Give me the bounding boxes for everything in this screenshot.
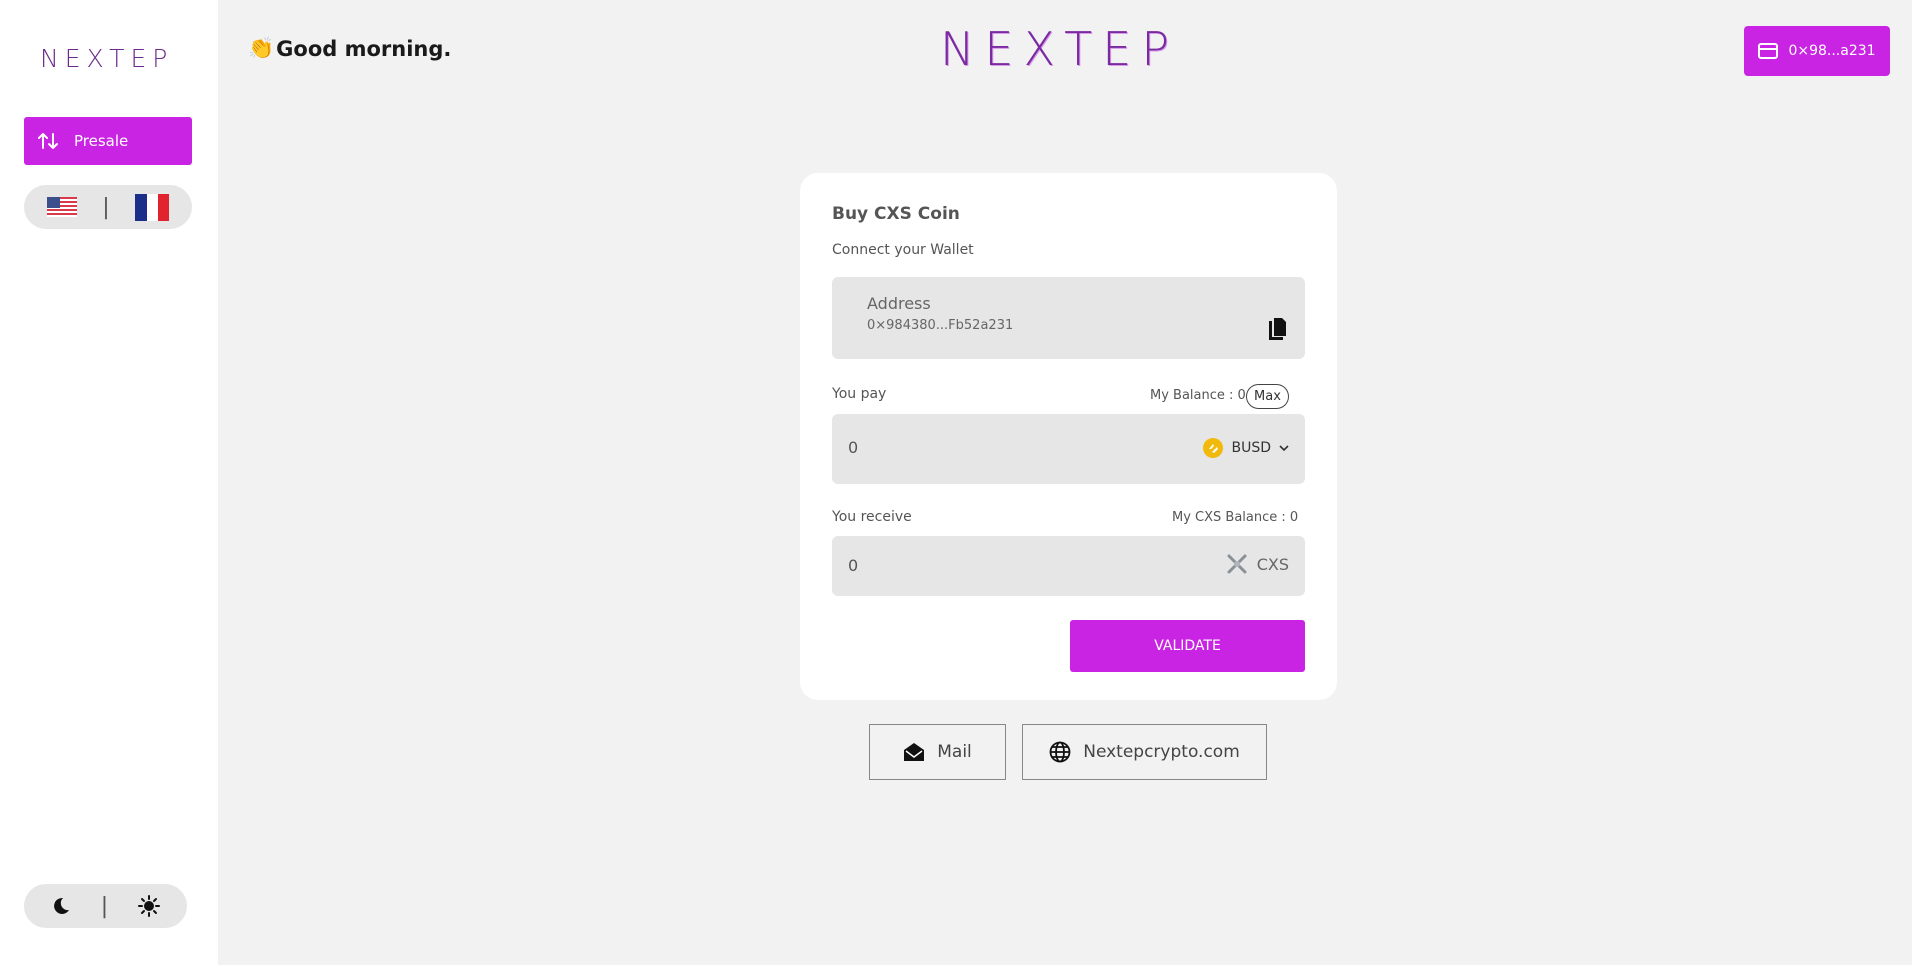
busd-icon (1203, 438, 1224, 458)
greeting-text: Good morning. (276, 36, 452, 61)
sun-icon[interactable] (138, 895, 161, 917)
moon-icon[interactable] (51, 896, 71, 916)
card-title: Buy CXS Coin (832, 204, 960, 224)
receive-input-box: 0 CXS (832, 536, 1305, 596)
header-logo: NEXTEP (940, 22, 1180, 76)
theme-switch: | (24, 884, 187, 928)
swap-icon (38, 133, 58, 149)
presale-label: Presale (74, 132, 129, 150)
wallet-address: 0×98...a231 (1788, 43, 1876, 59)
website-label: Nextepcrypto.com (1083, 742, 1240, 762)
max-button[interactable]: Max (1246, 384, 1289, 409)
address-label: Address (867, 294, 931, 313)
cxs-logo-icon (1227, 554, 1247, 574)
pay-token-select[interactable]: BUSD (1203, 438, 1289, 458)
mail-icon (904, 743, 925, 761)
buy-card: Buy CXS Coin Connect your Wallet Address… (800, 173, 1337, 700)
fr-flag-icon[interactable] (135, 193, 170, 221)
theme-separator: | (100, 893, 109, 919)
card-icon (1758, 43, 1779, 59)
chevron-down-icon (1279, 445, 1289, 452)
us-flag-icon[interactable] (46, 197, 77, 217)
validate-button[interactable]: VALIDATE (1070, 620, 1305, 672)
receive-amount: 0 (848, 556, 859, 575)
pay-balance: My Balance : 0 (1150, 388, 1246, 403)
mail-label: Mail (937, 742, 972, 762)
address-box: Address 0×984380...Fb52a231 (832, 277, 1305, 359)
you-pay-label: You pay (832, 386, 887, 402)
sidebar: NEXTEP Presale | | (0, 0, 218, 965)
receive-balance: My CXS Balance : 0 (1172, 510, 1299, 525)
address-value: 0×984380...Fb52a231 (867, 318, 1014, 333)
globe-icon (1049, 741, 1071, 763)
receive-token: CXS (1225, 552, 1289, 576)
mail-link[interactable]: Mail (869, 724, 1006, 780)
pay-token-label: BUSD (1231, 440, 1271, 456)
connect-wallet-text: Connect your Wallet (832, 242, 974, 258)
lang-separator: | (102, 194, 110, 220)
clap-icon: 👏 (248, 36, 275, 60)
pay-input-box[interactable]: 0 BUSD (832, 414, 1305, 484)
you-receive-label: You receive (832, 509, 912, 525)
pay-amount-input[interactable]: 0 (848, 438, 858, 457)
receive-token-label: CXS (1256, 554, 1289, 574)
website-link[interactable]: Nextepcrypto.com (1022, 724, 1267, 780)
language-switch: | (24, 185, 192, 229)
copy-icon[interactable] (1267, 317, 1287, 341)
wallet-button[interactable]: 0×98...a231 (1744, 26, 1890, 76)
presale-nav-button[interactable]: Presale (24, 117, 192, 165)
greeting: 👏 Good morning. (248, 36, 451, 61)
sidebar-logo: NEXTEP (40, 44, 174, 73)
